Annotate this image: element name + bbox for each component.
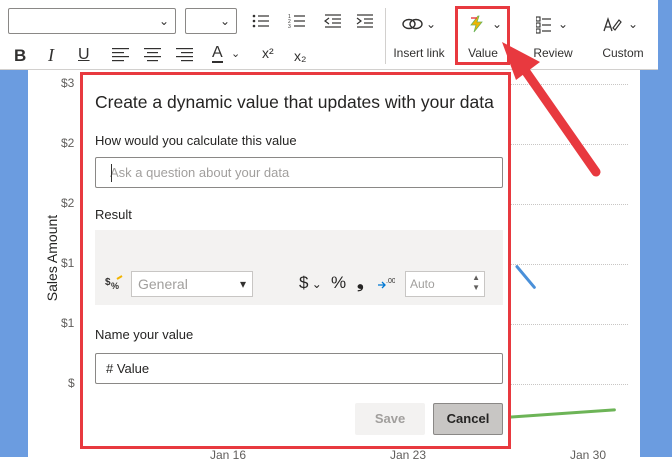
number-format-dropdown[interactable]: General ▾ — [131, 271, 253, 297]
spin-buttons[interactable]: ▲ ▼ — [472, 273, 480, 293]
number-format-icon: $% — [105, 275, 123, 297]
review-label: Review — [533, 46, 573, 60]
y-tick-label: $1 — [61, 316, 75, 330]
ribbon-divider — [385, 8, 386, 64]
increase-indent-icon[interactable] — [356, 13, 374, 33]
y-tick-label: $1 — [61, 256, 75, 270]
report-canvas-right — [640, 70, 672, 457]
chevron-down-icon: ▾ — [239, 277, 246, 291]
question-label: How would you calculate this value — [95, 133, 297, 148]
link-icon — [402, 16, 424, 36]
y-tick-label: $ — [68, 376, 75, 390]
y-tick-label: $2 — [61, 136, 75, 150]
align-right-icon[interactable] — [176, 48, 194, 66]
bold-icon[interactable]: B — [14, 46, 26, 66]
percent-button[interactable]: % — [331, 273, 346, 293]
format-toolbar: $% General ▾ $ ⌄ % ❟ .00 Auto ▲ ▼ — [95, 263, 503, 305]
custom-pen-icon — [602, 15, 622, 37]
superscript-icon[interactable]: x² — [262, 45, 274, 61]
question-placeholder: Ask a question about your data — [110, 165, 290, 180]
gridline — [508, 324, 628, 325]
comma-button[interactable]: ❟ — [357, 273, 364, 293]
currency-button[interactable]: $ ⌄ — [299, 273, 322, 293]
review-button[interactable]: ⌄ Review — [524, 6, 582, 66]
italic-icon[interactable]: I — [48, 45, 54, 66]
font-size-dropdown[interactable]: ⌄ — [185, 8, 237, 34]
formatting-ribbon: ⌄ ⌄ 123 B I U A ⌄ x² x₂ ⌄ Insert link ⌄ … — [0, 0, 660, 70]
align-center-icon[interactable] — [144, 48, 162, 66]
numbered-list-icon[interactable]: 123 — [288, 13, 306, 33]
underline-icon[interactable]: U — [78, 46, 90, 64]
number-format-value: General — [138, 276, 188, 292]
font-color-icon[interactable]: A — [212, 45, 223, 63]
insert-link-label: Insert link — [393, 46, 445, 60]
y-tick-label: $2 — [61, 196, 75, 210]
decimal-places-icon[interactable]: .00 — [377, 275, 396, 297]
decimal-places-input[interactable]: Auto ▲ ▼ — [405, 271, 485, 297]
cancel-button[interactable]: Cancel — [433, 403, 503, 435]
gridline — [508, 144, 628, 145]
decrease-indent-icon[interactable] — [324, 13, 342, 33]
result-preview — [95, 230, 503, 263]
value-button-highlight — [455, 6, 510, 65]
text-cursor — [111, 164, 112, 182]
y-axis-title: Sales Amount — [44, 214, 60, 302]
svg-text:3: 3 — [288, 24, 291, 29]
question-input[interactable]: Ask a question about your data — [95, 157, 503, 188]
chevron-down-icon: ⌄ — [426, 17, 437, 31]
dialog-title: Create a dynamic value that updates with… — [95, 92, 494, 112]
name-input[interactable]: # Value — [95, 353, 503, 384]
save-button[interactable]: Save — [355, 403, 425, 435]
svg-text:%: % — [111, 281, 119, 291]
gridline — [508, 384, 628, 385]
chevron-down-icon[interactable]: ⌄ — [231, 47, 240, 60]
x-tick-label: Jan 23 — [390, 448, 427, 462]
report-canvas-left — [0, 70, 28, 457]
gridline — [508, 84, 628, 85]
chevron-down-icon: ⌄ — [558, 17, 569, 31]
bulleted-list-icon[interactable] — [252, 13, 270, 33]
report-canvas-top-right — [658, 0, 672, 70]
name-label: Name your value — [95, 327, 194, 342]
svg-text:.00: .00 — [386, 278, 395, 285]
decimal-placeholder: Auto — [410, 277, 435, 291]
custom-button[interactable]: ⌄ Custom — [594, 6, 652, 66]
gridline — [508, 204, 628, 205]
result-label: Result — [95, 207, 132, 222]
align-left-icon[interactable] — [112, 48, 130, 66]
review-list-icon — [535, 16, 552, 38]
font-family-dropdown[interactable]: ⌄ — [8, 8, 176, 34]
y-tick-label: $3 — [61, 76, 75, 90]
x-tick-label: Jan 30 — [570, 448, 607, 462]
insert-link-button[interactable]: ⌄ Insert link — [390, 6, 448, 66]
x-tick-label: Jan 16 — [210, 448, 247, 462]
subscript-icon[interactable]: x₂ — [294, 48, 306, 64]
gridline — [508, 264, 628, 265]
chevron-down-icon: ⌄ — [628, 17, 639, 31]
chevron-down-icon: ⌄ — [158, 14, 169, 28]
dynamic-value-dialog: Create a dynamic value that updates with… — [80, 72, 511, 449]
chevron-down-icon: ⌄ — [219, 14, 230, 28]
custom-label: Custom — [602, 46, 644, 60]
